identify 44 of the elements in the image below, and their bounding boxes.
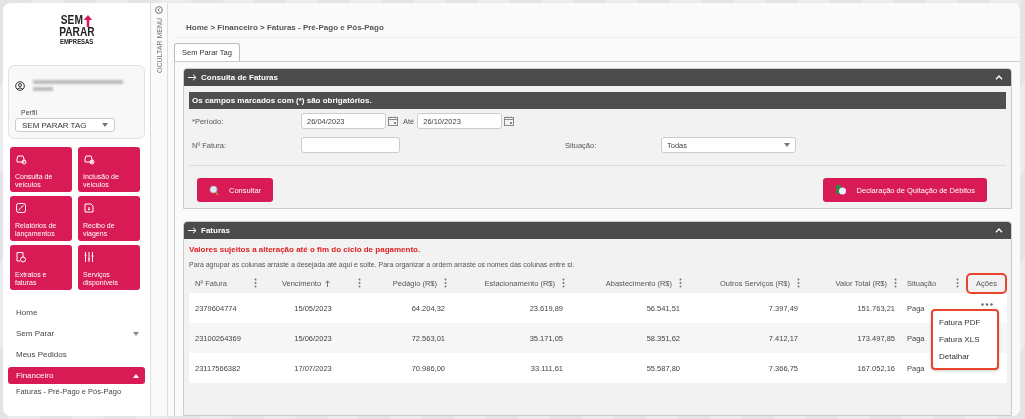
column-menu-icon[interactable]	[797, 278, 800, 288]
collapse-caret-icon[interactable]	[133, 373, 139, 378]
arrow-icon	[188, 227, 197, 234]
nav-item[interactable]: Meus Pedidos	[8, 344, 145, 365]
column-menu-icon[interactable]	[894, 278, 897, 288]
column-menu-icon[interactable]	[444, 278, 447, 288]
column-menu-icon[interactable]	[358, 278, 361, 288]
car-plus-icon	[83, 153, 95, 165]
calendar-icon[interactable]	[504, 116, 515, 126]
sort-arrow-icon[interactable]	[325, 279, 331, 287]
caret-icon[interactable]	[102, 123, 108, 127]
column-menu-icon[interactable]	[679, 278, 682, 288]
collapse-menu-icon[interactable]	[155, 6, 163, 14]
panel-title: Consulta de Faturas	[201, 73, 278, 82]
panel-header[interactable]: Faturas	[184, 222, 1011, 239]
breadcrumb: Home > Financeiro > Faturas - Pré-Pago e Pós-Pago	[174, 23, 1020, 38]
nav-item[interactable]: Sem Parar	[8, 323, 145, 344]
arrow-icon	[188, 74, 197, 81]
column-menu-icon[interactable]	[254, 278, 257, 288]
collapse-icon[interactable]	[995, 228, 1003, 233]
caret-icon[interactable]	[784, 143, 790, 147]
column-menu-icon[interactable]	[562, 278, 565, 288]
required-notice: Os campos marcados com (*) são obrigatórios.	[189, 92, 1006, 109]
menu-item[interactable]: Fatura XLS	[933, 331, 997, 348]
invoice-number-field[interactable]	[301, 137, 400, 153]
car-search-icon	[15, 153, 27, 165]
nav-item[interactable]: Financeiro	[8, 367, 145, 384]
more-icon[interactable]	[980, 303, 993, 306]
calendar-icon[interactable]	[388, 116, 398, 126]
panel-title: Faturas	[201, 226, 230, 235]
menu-item[interactable]: Fatura PDF	[933, 314, 997, 331]
warning-text: Valores sujeitos a alteração até o fim do ciclo de pagamento.	[189, 245, 422, 254]
sliders-icon	[83, 251, 95, 263]
chart-icon	[15, 202, 27, 214]
user-icon	[15, 80, 25, 91]
clock-document-icon	[15, 251, 27, 263]
panel-header[interactable]: Consulta de Faturas	[184, 69, 1011, 86]
nav-item[interactable]: Home	[8, 302, 145, 323]
profile-select[interactable]: SEM PARAR TAG	[15, 118, 115, 132]
expand-caret-icon[interactable]	[133, 331, 139, 336]
menu-item[interactable]: Detalhar	[933, 348, 997, 365]
column-menu-icon[interactable]	[956, 278, 959, 288]
search-icon	[209, 184, 219, 196]
collapse-icon[interactable]	[995, 75, 1003, 80]
